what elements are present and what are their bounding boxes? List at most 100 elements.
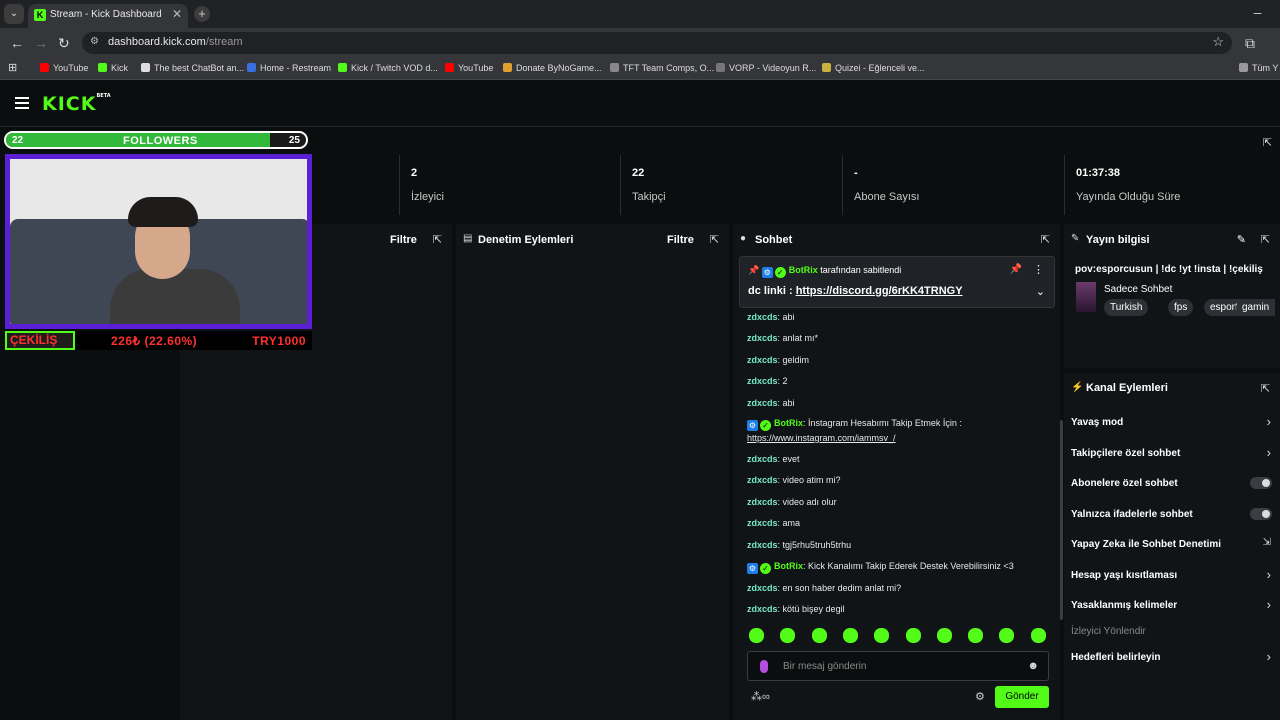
apps-grid-icon[interactable]: ⊞ bbox=[8, 61, 17, 74]
category-thumbnail bbox=[1076, 282, 1096, 312]
menu-icon[interactable] bbox=[15, 97, 29, 109]
chat-message: zdxcds: geldim bbox=[747, 355, 810, 365]
popout-icon[interactable]: ⇱ bbox=[1261, 233, 1270, 246]
tag[interactable]: gamin bbox=[1236, 299, 1276, 316]
emoji-picker-icon[interactable]: ☻ bbox=[1027, 660, 1039, 672]
back-arrow-icon[interactable]: ← bbox=[10, 35, 24, 51]
tab-close-icon[interactable]: ✕ bbox=[172, 7, 182, 21]
panel-title: Denetim Eylemleri bbox=[478, 234, 574, 246]
emote-icon[interactable] bbox=[999, 628, 1014, 643]
emote-icon[interactable] bbox=[843, 628, 858, 643]
chevron-right-icon[interactable]: › bbox=[1267, 567, 1271, 582]
stream-title: pov:esporcusun | !dc !yt !insta | !çekil… bbox=[1075, 264, 1263, 275]
instagram-link[interactable]: https://www.instagram.com/iammsv_/ bbox=[747, 433, 896, 443]
action-host-viewers: İzleyici Yönlendir bbox=[1071, 626, 1146, 637]
bookmark-all[interactable]: Tüm Y bbox=[1239, 63, 1278, 73]
minimize-button[interactable]: – bbox=[1235, 0, 1280, 28]
chevron-right-icon[interactable]: › bbox=[1267, 445, 1271, 460]
popout-icon[interactable]: ⇱ bbox=[1041, 233, 1050, 246]
subscribers-only-toggle[interactable] bbox=[1250, 477, 1272, 489]
popout-icon[interactable]: ⇱ bbox=[433, 233, 442, 246]
chat-scrollbar[interactable] bbox=[1060, 420, 1063, 620]
action-set-goals[interactable]: Hedefleri belirleyin bbox=[1071, 652, 1160, 663]
action-banned-words[interactable]: Yasaklanmış kelimeler bbox=[1071, 600, 1177, 611]
action-followers-only[interactable]: Takipçilere özel sohbet bbox=[1071, 448, 1180, 459]
emote-icon[interactable] bbox=[906, 628, 921, 643]
panel-title: Kanal Eylemleri bbox=[1086, 382, 1168, 394]
emote-icon[interactable] bbox=[812, 628, 827, 643]
browser-tab[interactable]: K Stream - Kick Dashboard ✕ bbox=[28, 4, 188, 28]
bookmark-kick-vod[interactable]: Kick / Twitch VOD d... bbox=[338, 63, 438, 73]
tag[interactable]: fps bbox=[1168, 299, 1194, 316]
popout-icon[interactable]: ⇱ bbox=[1263, 136, 1272, 149]
emote-icon[interactable] bbox=[968, 628, 983, 643]
kick-logo[interactable]: KICKBETA bbox=[42, 93, 111, 115]
edit-pencil-icon[interactable]: ✎ bbox=[1237, 233, 1246, 246]
pinned-link[interactable]: https://discord.gg/6rKK4TRNGY bbox=[796, 285, 963, 297]
popout-icon[interactable]: ⇱ bbox=[710, 233, 719, 246]
chat-message-bot: ⚙ ✓ BotRix: İnstagram Hesabımı Takip Etmek… bbox=[747, 418, 962, 431]
stream-category: Sadece Sohbet bbox=[1104, 284, 1173, 295]
bookmark-star-icon[interactable]: ☆ bbox=[1212, 34, 1224, 50]
microphone-icon[interactable] bbox=[760, 660, 768, 673]
followers-label: FOLLOWERS bbox=[123, 135, 198, 147]
filter-button[interactable]: Filtre bbox=[667, 234, 694, 246]
chat-input[interactable]: Bir mesaj gönderin ☻ bbox=[747, 651, 1049, 681]
action-slow-mode[interactable]: Yavaş mod bbox=[1071, 417, 1123, 428]
stat-uptime: 01:37:38 Yayında Olduğu Süre bbox=[1064, 155, 1280, 215]
filter-button[interactable]: Filtre bbox=[390, 234, 417, 246]
chat-message: zdxcds: 2 bbox=[747, 376, 788, 386]
log-icon: ▤ bbox=[463, 233, 473, 244]
chevron-right-icon[interactable]: › bbox=[1267, 649, 1271, 664]
pinned-text: dc linki : https://discord.gg/6rKK4TRNGY bbox=[748, 285, 963, 297]
bookmark-quizei[interactable]: Quizei - Eğlenceli ve... bbox=[822, 63, 925, 73]
extensions-icon[interactable]: ⧉ bbox=[1245, 35, 1255, 52]
more-options-icon[interactable]: ⋮ bbox=[1033, 263, 1044, 276]
bolt-icon: ⚡ bbox=[1071, 382, 1084, 393]
emotes-only-toggle[interactable] bbox=[1250, 508, 1272, 520]
chevron-right-icon[interactable]: › bbox=[1267, 597, 1271, 612]
chat-message: zdxcds: kötü bişey degil bbox=[747, 604, 845, 614]
emote-icon[interactable] bbox=[937, 628, 952, 643]
panel-title: Yayın bilgisi bbox=[1086, 234, 1150, 246]
bookmark-youtube-2[interactable]: YouTube bbox=[445, 63, 493, 73]
emote-icon[interactable] bbox=[1031, 628, 1046, 643]
bot-badge-icon: ⚙ bbox=[747, 563, 758, 574]
chat-message: zdxcds: abi bbox=[747, 398, 795, 408]
chevron-down-icon[interactable]: ⌄ bbox=[1036, 285, 1045, 298]
bookmark-vorp[interactable]: VORP - Videoyun R... bbox=[716, 63, 816, 73]
tag[interactable]: Turkish bbox=[1104, 299, 1149, 316]
new-tab-button[interactable]: + bbox=[194, 6, 210, 22]
forward-arrow-icon[interactable]: → bbox=[34, 35, 48, 51]
pinned-message: 📌 ⚙ ✓ BotRix tarafından sabitlendi 📌 ⋮ dc … bbox=[739, 256, 1055, 308]
bookmark-tft[interactable]: TFT Team Comps, O... bbox=[610, 63, 714, 73]
bookmark-chatbot[interactable]: The best ChatBot an... bbox=[141, 63, 244, 73]
stat-subscribers: - Abone Sayısı bbox=[842, 155, 1062, 215]
send-button[interactable]: Gönder bbox=[995, 686, 1049, 708]
chat-panel: ● Sohbet ⇱ 📌 ⚙ ✓ BotRix tarafından sabitle… bbox=[733, 224, 1063, 720]
bookmark-bynogame[interactable]: Donate ByNoGame... bbox=[503, 63, 602, 73]
emote-icon[interactable] bbox=[780, 628, 795, 643]
address-bar: ← → ↻ ⚙ dashboard.kick.com/stream ☆ ⧉ bbox=[0, 28, 1280, 58]
bookmark-kick[interactable]: Kick bbox=[98, 63, 128, 73]
emote-icon[interactable] bbox=[749, 628, 764, 643]
action-account-age[interactable]: Hesap yaşı kısıtlaması bbox=[1071, 570, 1177, 581]
chat-tools-icon[interactable]: ⁂∞ bbox=[751, 690, 770, 703]
chevron-right-icon[interactable]: › bbox=[1267, 414, 1271, 429]
bookmark-restream[interactable]: Home - Restream bbox=[247, 63, 331, 73]
unpin-icon[interactable]: 📌 bbox=[1010, 264, 1022, 275]
url-text: dashboard.kick.com/stream bbox=[108, 36, 243, 48]
emote-icon[interactable] bbox=[874, 628, 889, 643]
bookmark-youtube[interactable]: YouTube bbox=[40, 63, 88, 73]
external-link-icon[interactable]: ⇲ bbox=[1263, 537, 1271, 548]
site-info-icon[interactable]: ⚙ bbox=[90, 36, 99, 47]
popout-icon[interactable]: ⇱ bbox=[1261, 382, 1270, 395]
person-shirt bbox=[110, 269, 240, 324]
verified-badge-icon: ✓ bbox=[774, 267, 786, 278]
reload-icon[interactable]: ↻ bbox=[58, 35, 70, 52]
action-ai-moderation[interactable]: Yapay Zeka ile Sohbet Denetimi bbox=[1071, 539, 1221, 550]
tab-search-button[interactable]: ⌄ bbox=[4, 4, 24, 24]
settings-gear-icon[interactable]: ⚙ bbox=[975, 690, 985, 703]
chat-message: zdxcds: anlat mı* bbox=[747, 333, 819, 343]
url-input[interactable]: ⚙ dashboard.kick.com/stream ☆ bbox=[82, 32, 1232, 54]
